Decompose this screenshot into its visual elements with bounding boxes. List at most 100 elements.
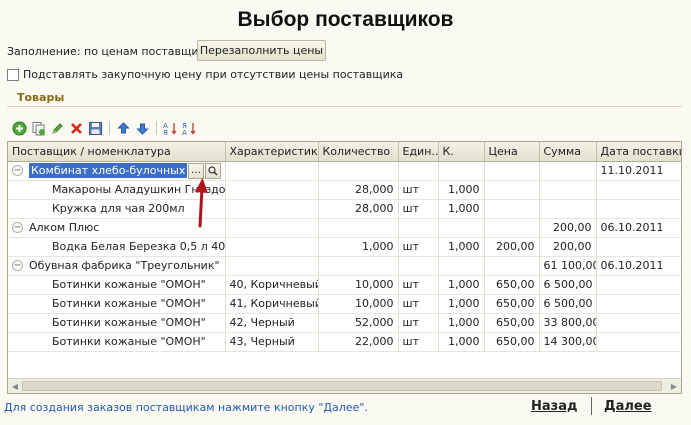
coefficient-cell[interactable]: 1,000 (438, 313, 485, 333)
col-header-characteristic[interactable]: Характеристика (225, 142, 319, 162)
sum-cell[interactable]: 61 100,00 (539, 256, 597, 276)
delivery-date-cell[interactable] (596, 313, 681, 333)
sum-cell[interactable]: 200,00 (539, 218, 597, 238)
scroll-left-icon[interactable]: ◀ (10, 381, 20, 391)
sum-cell[interactable]: 200,00 (539, 237, 597, 257)
unit-cell[interactable] (398, 256, 439, 276)
coefficient-cell[interactable] (438, 256, 485, 276)
sum-cell[interactable]: 6 500,00 (539, 294, 597, 314)
table-row[interactable]: Ботинки кожаные "ОМОН" 40, Коричневый 10… (8, 275, 681, 295)
delivery-date-cell[interactable]: 11.10.2011 (596, 161, 681, 181)
move-down-icon[interactable] (133, 119, 151, 137)
quantity-cell[interactable]: 28,000 (318, 199, 399, 219)
next-button[interactable]: Далее (604, 399, 652, 414)
coefficient-cell[interactable]: 1,000 (438, 294, 485, 314)
table-row[interactable]: Ботинки кожаные "ОМОН" 42, Черный 52,000… (8, 313, 681, 333)
col-header-price[interactable]: Цена (484, 142, 540, 162)
col-header-supplier[interactable]: Поставщик / номенклатура (8, 142, 226, 162)
coefficient-cell[interactable]: 1,000 (438, 199, 485, 219)
quantity-cell[interactable]: 10,000 (318, 275, 399, 295)
collapse-icon[interactable]: − (12, 165, 23, 176)
quantity-cell[interactable]: 1,000 (318, 237, 399, 257)
delivery-date-cell[interactable] (596, 332, 681, 352)
col-header-unit[interactable]: Един... (398, 142, 439, 162)
characteristic-cell[interactable]: 42, Черный (225, 313, 319, 333)
quantity-cell[interactable]: 52,000 (318, 313, 399, 333)
scroll-thumb[interactable] (22, 381, 662, 391)
save-icon[interactable] (86, 119, 104, 137)
add-icon[interactable] (10, 119, 28, 137)
coefficient-cell[interactable] (438, 161, 485, 181)
quantity-cell[interactable] (318, 256, 399, 276)
price-cell[interactable] (484, 180, 540, 200)
characteristic-cell[interactable] (225, 237, 319, 257)
characteristic-cell[interactable] (225, 256, 319, 276)
item-cell[interactable]: Ботинки кожаные "ОМОН" (8, 313, 226, 333)
delivery-date-cell[interactable] (596, 237, 681, 257)
col-header-sum[interactable]: Сумма (539, 142, 597, 162)
delivery-date-cell[interactable] (596, 199, 681, 219)
sort-asc-icon[interactable]: AЯ (161, 119, 179, 137)
sum-cell[interactable]: 14 300,00 (539, 332, 597, 352)
unit-cell[interactable] (398, 218, 439, 238)
price-cell[interactable] (484, 256, 540, 276)
substitute-price-checkbox[interactable] (7, 68, 19, 81)
price-cell[interactable]: 650,00 (484, 294, 540, 314)
coefficient-cell[interactable]: 1,000 (438, 275, 485, 295)
delivery-date-cell[interactable] (596, 180, 681, 200)
unit-cell[interactable]: шт (398, 332, 439, 352)
quantity-cell[interactable] (318, 218, 399, 238)
characteristic-cell[interactable] (225, 218, 319, 238)
scroll-right-icon[interactable]: ▶ (669, 381, 679, 391)
table-row[interactable]: − Обувная фабрика "Треугольник" 61 100,00… (8, 256, 681, 276)
delivery-date-cell[interactable] (596, 275, 681, 295)
item-cell[interactable]: Водка Белая Березка 0,5 л 40% (8, 237, 226, 257)
back-button[interactable]: Назад (531, 399, 577, 414)
price-cell[interactable]: 650,00 (484, 313, 540, 333)
unit-cell[interactable]: шт (398, 294, 439, 314)
table-row[interactable]: − Алком Плюс 200,00 06.10.2011 (8, 218, 681, 238)
coefficient-cell[interactable] (438, 218, 485, 238)
price-cell[interactable]: 200,00 (484, 237, 540, 257)
characteristic-cell[interactable]: 40, Коричневый (225, 275, 319, 295)
unit-cell[interactable] (398, 161, 439, 181)
delivery-date-cell[interactable] (596, 294, 681, 314)
coefficient-cell[interactable]: 1,000 (438, 237, 485, 257)
quantity-cell[interactable]: 10,000 (318, 294, 399, 314)
col-header-delivery-date[interactable]: Дата поставки (596, 142, 681, 162)
refill-prices-button[interactable]: Перезаполнить цены (197, 40, 326, 61)
horizontal-scrollbar[interactable]: ◀ ▶ (8, 378, 681, 393)
quantity-cell[interactable] (318, 161, 399, 181)
characteristic-cell[interactable] (225, 199, 319, 219)
sum-cell[interactable] (539, 161, 597, 181)
sum-cell[interactable] (539, 199, 597, 219)
item-cell[interactable]: Ботинки кожаные "ОМОН" (8, 294, 226, 314)
delivery-date-cell[interactable]: 06.10.2011 (596, 256, 681, 276)
table-row[interactable]: Ботинки кожаные "ОМОН" 41, Коричневый 10… (8, 294, 681, 314)
substitute-price-option[interactable]: Подставлять закупочную цену при отсутств… (7, 68, 403, 81)
quantity-cell[interactable]: 22,000 (318, 332, 399, 352)
quantity-cell[interactable]: 28,000 (318, 180, 399, 200)
delivery-date-cell[interactable]: 06.10.2011 (596, 218, 681, 238)
price-cell[interactable] (484, 199, 540, 219)
supplier-input[interactable]: Комбинат хлебо-булочных изделий (29, 163, 187, 178)
characteristic-cell[interactable] (225, 161, 319, 181)
collapse-icon[interactable]: − (12, 222, 23, 233)
coefficient-cell[interactable]: 1,000 (438, 332, 485, 352)
item-cell[interactable]: Ботинки кожаные "ОМОН" (8, 275, 226, 295)
table-row[interactable]: − Комбинат хлебо-булочных изделий … 11.1… (8, 161, 681, 181)
unit-cell[interactable]: шт (398, 313, 439, 333)
table-row[interactable]: Кружка для чая 200мл 28,000 шт 1,000 (8, 199, 681, 219)
unit-cell[interactable]: шт (398, 237, 439, 257)
item-cell[interactable]: Ботинки кожаные "ОМОН" (8, 332, 226, 352)
characteristic-cell[interactable]: 43, Черный (225, 332, 319, 352)
table-row[interactable]: Макароны Аладушкин Гнездо 28,000 шт 1,00… (8, 180, 681, 200)
table-row[interactable]: Водка Белая Березка 0,5 л 40% 1,000 шт 1… (8, 237, 681, 257)
table-row[interactable]: Ботинки кожаные "ОМОН" 43, Черный 22,000… (8, 332, 681, 352)
sort-desc-icon[interactable]: ЯA (180, 119, 198, 137)
price-cell[interactable]: 650,00 (484, 275, 540, 295)
coefficient-cell[interactable]: 1,000 (438, 180, 485, 200)
supplier-cell[interactable]: − Обувная фабрика "Треугольник" (8, 256, 226, 276)
unit-cell[interactable]: шт (398, 275, 439, 295)
price-cell[interactable]: 650,00 (484, 332, 540, 352)
